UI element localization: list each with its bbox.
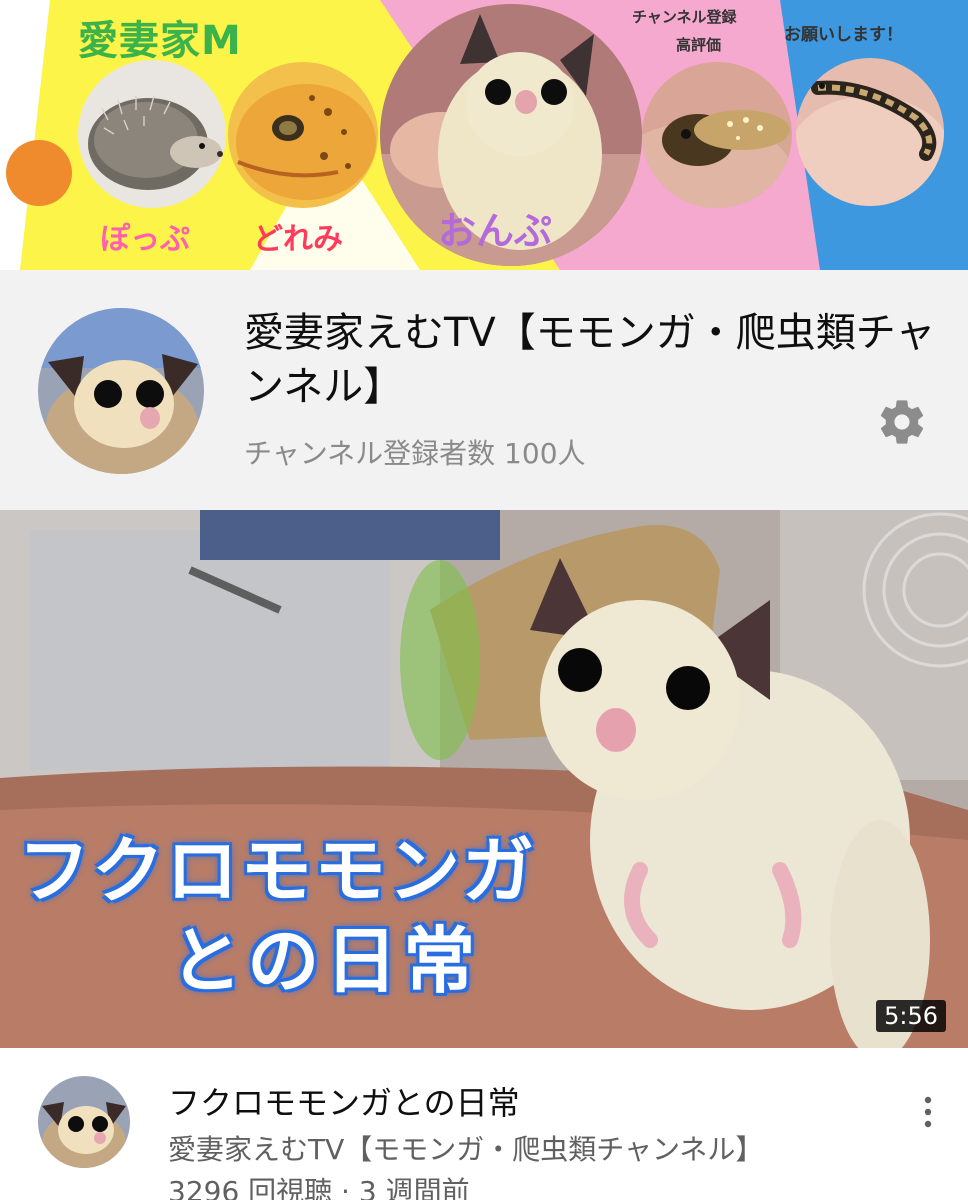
- more-vertical-icon[interactable]: [916, 1092, 940, 1132]
- channel-title: 愛妻家えむTV【モモンガ・爬虫類チャンネル】: [244, 310, 936, 410]
- channel-banner: 愛妻家M チャンネル登録 高評価 お願いします！ ぽっぷ どれみ おんぷ: [0, 0, 968, 270]
- hedgehog-photo: [78, 60, 226, 208]
- banner-subscribe-text: チャンネル登録: [632, 8, 737, 26]
- banner-please-text: お願いします！: [784, 25, 903, 45]
- gear-icon[interactable]: [876, 396, 928, 448]
- subscriber-count: チャンネル登録者数 100人: [244, 437, 586, 470]
- leopard-gecko-photo: [228, 62, 378, 208]
- banner-rate-text: 高評価: [676, 36, 722, 54]
- channel-header: 愛妻家えむTV【モモンガ・爬虫類チャンネル】 チャンネル登録者数 100人: [0, 270, 968, 510]
- duration-badge: 5:56: [876, 1000, 946, 1032]
- pet-name-onpu: おんぷ: [438, 209, 553, 253]
- video-title[interactable]: フクロモモンガとの日常: [168, 1078, 520, 1124]
- video-channel-name: 愛妻家えむTV【モモンガ・爬虫類チャンネル】: [168, 1133, 764, 1166]
- gecko-on-palm-photo: [796, 58, 944, 206]
- orange-dot-decoration: [6, 140, 72, 206]
- video-thumbnail[interactable]: フクロモモンガ との日常 5:56: [0, 510, 968, 1048]
- video-channel-avatar[interactable]: [38, 1076, 130, 1168]
- pet-name-doremi: どれみ: [253, 222, 343, 257]
- banner-family-tag: 愛妻家M: [78, 18, 242, 64]
- channel-avatar[interactable]: [38, 308, 204, 474]
- thumbnail-caption-line2: との日常: [170, 919, 482, 1003]
- video-info-row[interactable]: フクロモモンガとの日常 愛妻家えむTV【モモンガ・爬虫類チャンネル】 3296 …: [0, 1048, 968, 1200]
- thumbnail-scene: [0, 510, 968, 1048]
- video-stats: 3296 回視聴 · 3 週間前: [168, 1175, 470, 1200]
- gecko-on-hand-photo: [642, 62, 792, 208]
- pet-name-poppu: ぽっぷ: [100, 222, 190, 257]
